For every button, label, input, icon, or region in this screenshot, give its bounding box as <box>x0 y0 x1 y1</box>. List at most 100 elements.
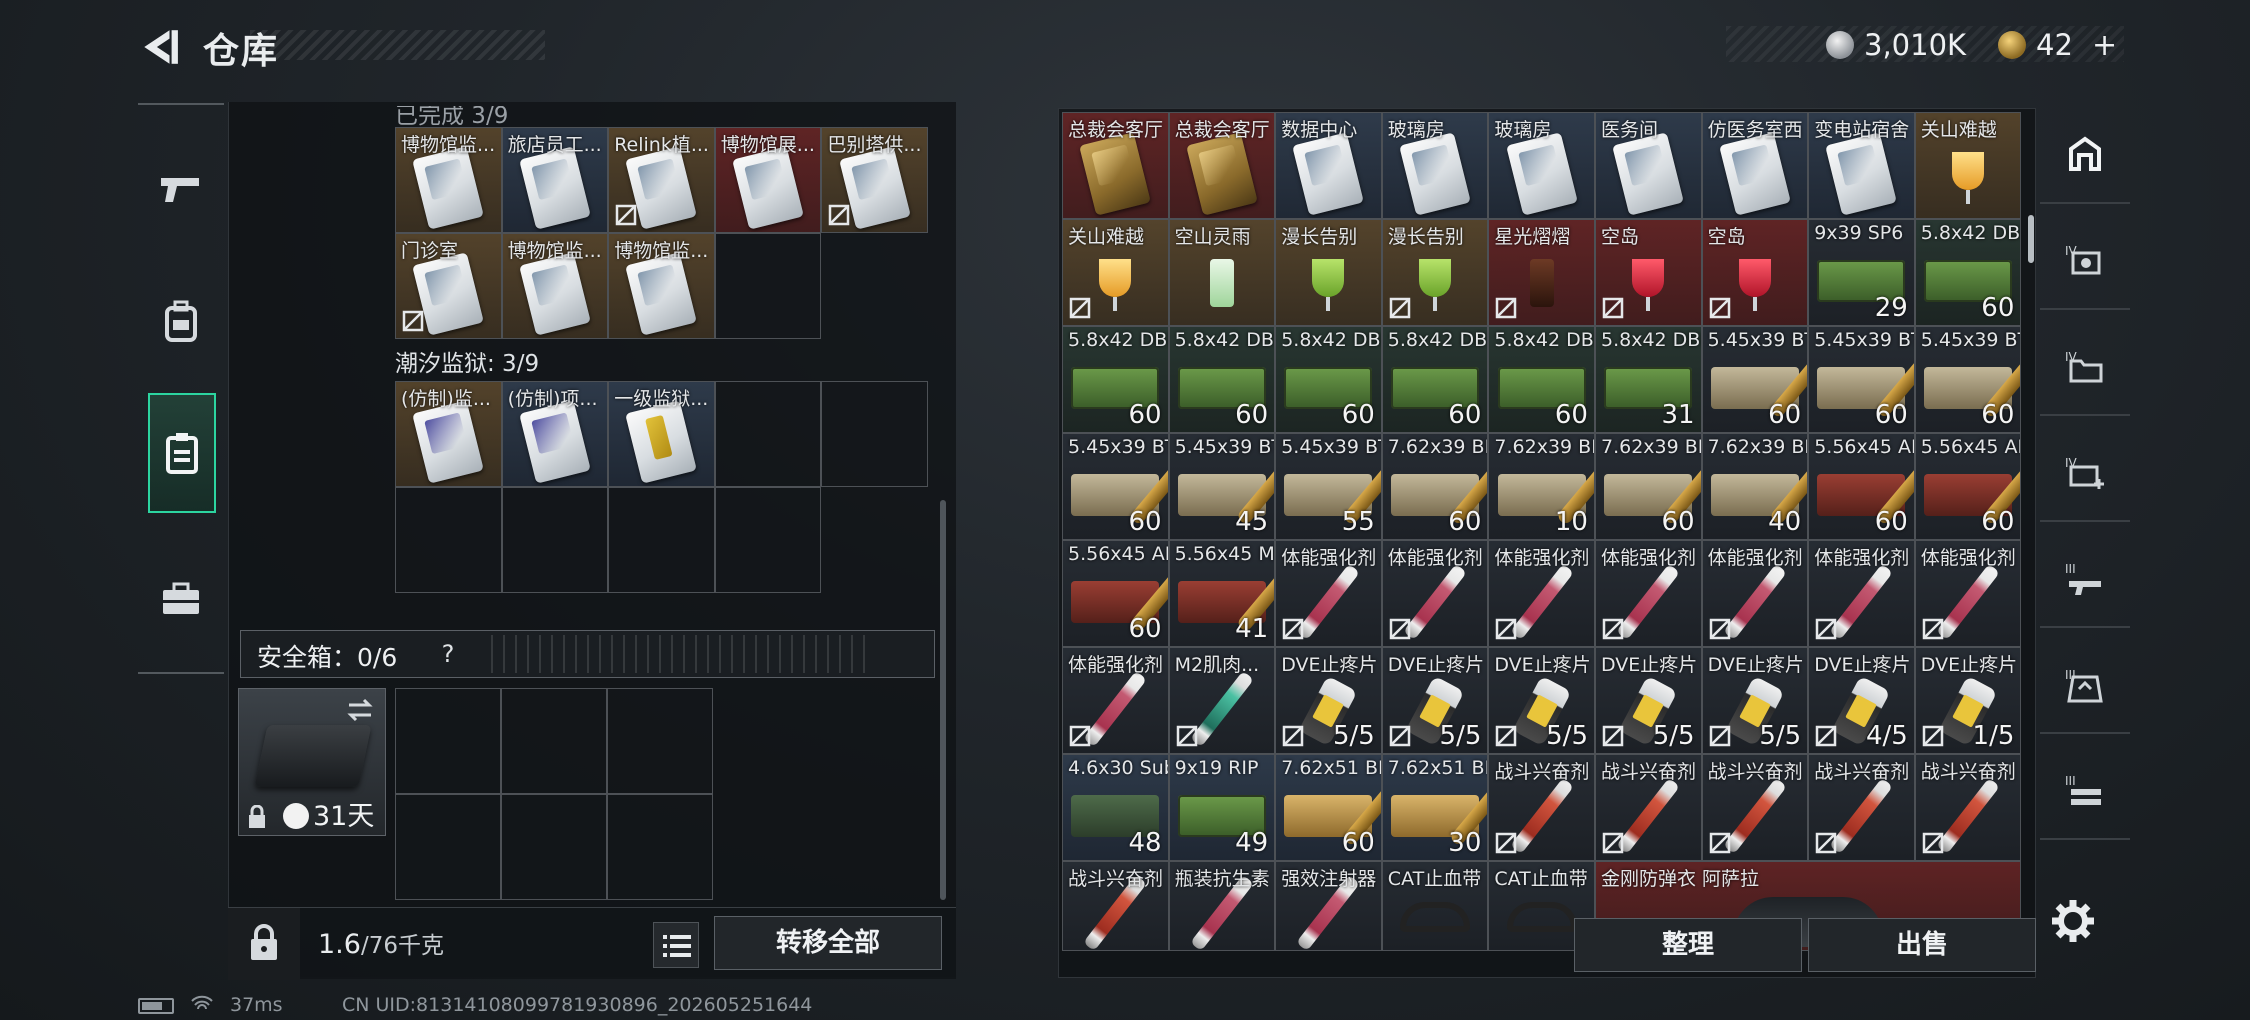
empty-slot[interactable] <box>501 794 607 900</box>
stash-tab-4[interactable]: III <box>2040 532 2130 628</box>
inventory-item-cell[interactable]: 5.56x45 M855A1 41 <box>1168 540 1276 647</box>
list-view-button[interactable] <box>653 922 699 968</box>
sort-button[interactable]: 整理 <box>1574 918 1802 972</box>
empty-slot[interactable] <box>714 487 822 593</box>
inventory-item-cell[interactable]: 旅店员工... <box>501 127 609 233</box>
inventory-item-cell[interactable]: 体能强化剂 <box>1275 540 1382 647</box>
empty-slot[interactable] <box>501 487 609 593</box>
inventory-item-cell[interactable]: 空岛 <box>1595 219 1702 326</box>
nav-locker[interactable] <box>148 393 216 513</box>
inventory-item-cell[interactable]: 博物馆监... <box>395 127 502 233</box>
inventory-item-cell[interactable]: 战斗兴奋剂 <box>1488 754 1595 861</box>
inventory-item-cell[interactable]: 空岛 <box>1701 219 1809 326</box>
inventory-item-cell[interactable]: CAT止血带 <box>1381 861 1489 951</box>
empty-slot[interactable] <box>395 794 501 900</box>
inventory-item-cell[interactable]: 门诊室 <box>395 233 502 339</box>
inventory-item-cell[interactable]: 空山灵雨 <box>1168 219 1276 326</box>
inventory-item-cell[interactable]: DVE止疼片 5/5 <box>1488 647 1595 754</box>
inventory-item-cell[interactable]: 关山难越 <box>1914 112 2022 219</box>
stash-tab-1[interactable]: IV <box>2040 214 2130 310</box>
swap-icon[interactable] <box>345 695 375 725</box>
inventory-item-cell[interactable]: 5.45x39 BT 55 <box>1275 433 1382 540</box>
inventory-item-cell[interactable]: 5.8x42 DBP10 60 <box>1062 326 1169 433</box>
inventory-item-cell[interactable]: 体能强化剂 <box>1488 540 1595 647</box>
inventory-item-cell[interactable]: 7.62x51 BPZ 30 <box>1381 754 1489 861</box>
inventory-item-cell[interactable]: DVE止疼片 1/5 <box>1914 647 2022 754</box>
inventory-item-cell[interactable]: 5.8x42 DBP10 60 <box>1488 326 1595 433</box>
empty-slot[interactable] <box>608 487 715 593</box>
inventory-item-cell[interactable]: 战斗兴奋剂 <box>1595 754 1702 861</box>
empty-slot[interactable] <box>714 233 822 339</box>
inventory-item-cell[interactable]: 5.45x39 BT 60 <box>1808 326 1915 433</box>
inventory-item-cell[interactable]: 总裁会客厅 <box>1168 112 1276 219</box>
stash-tab-6[interactable]: III <box>2040 744 2130 840</box>
inventory-item-cell[interactable]: (仿制)项... <box>501 381 609 487</box>
inventory-item-cell[interactable]: 战斗兴奋剂 <box>1062 861 1169 951</box>
inventory-item-cell[interactable]: (仿制)监... <box>395 381 502 487</box>
inventory-item-cell[interactable]: 博物馆监... <box>501 233 609 339</box>
inventory-item-cell[interactable]: 7.62x39 BP 60 <box>1595 433 1702 540</box>
inventory-item-cell[interactable]: 5.56x45 APC 60 <box>1062 540 1169 647</box>
inventory-item-cell[interactable]: 5.45x39 BT 45 <box>1168 433 1276 540</box>
inventory-item-cell[interactable]: M2肌肉... <box>1168 647 1276 754</box>
left-scrollbar[interactable] <box>940 500 946 900</box>
inventory-item-cell[interactable]: 战斗兴奋剂 <box>1808 754 1915 861</box>
inventory-item-cell[interactable]: 体能强化剂 <box>1381 540 1489 647</box>
safe-box-case[interactable]: 31天 <box>238 688 386 836</box>
add-gold-button[interactable]: + <box>2092 28 2117 63</box>
nav-backpack[interactable] <box>138 261 224 381</box>
inventory-item-cell[interactable]: 战斗兴奋剂 <box>1701 754 1809 861</box>
nav-weapons[interactable] <box>138 129 224 249</box>
inventory-item-cell[interactable]: 7.62x39 BP 40 <box>1701 433 1809 540</box>
inventory-item-cell[interactable]: DVE止疼片 5/5 <box>1701 647 1809 754</box>
inventory-item-cell[interactable]: DVE止疼片 5/5 <box>1275 647 1382 754</box>
inventory-item-cell[interactable]: 9x19 RIP 49 <box>1168 754 1276 861</box>
stash-tab-5[interactable]: III <box>2040 638 2130 734</box>
stash-tab-0[interactable] <box>2040 108 2130 204</box>
stash-tab-3[interactable]: IV <box>2040 426 2130 522</box>
inventory-item-cell[interactable]: 巴别塔供... <box>821 127 928 233</box>
inventory-item-cell[interactable]: 星光熠熠 <box>1488 219 1595 326</box>
safe-box-help-button[interactable]: ? <box>431 637 465 671</box>
move-all-button[interactable]: 转移全部 <box>714 916 942 970</box>
empty-slot[interactable] <box>395 688 501 794</box>
inventory-item-cell[interactable]: 漫长告别 <box>1275 219 1382 326</box>
back-arrow-icon[interactable] <box>138 26 180 68</box>
inventory-item-cell[interactable]: 漫长告别 <box>1381 219 1489 326</box>
inventory-item-cell[interactable]: DVE止疼片 5/5 <box>1381 647 1489 754</box>
inventory-item-cell[interactable]: 5.8x42 DBP10 31 <box>1595 326 1702 433</box>
inventory-item-cell[interactable]: 数据中心 <box>1275 112 1382 219</box>
inventory-item-cell[interactable]: 7.62x39 BP SUB 10 <box>1488 433 1595 540</box>
inventory-item-cell[interactable]: 5.45x39 BT 60 <box>1701 326 1809 433</box>
inventory-item-cell[interactable]: 5.8x42 DBP10 60 <box>1168 326 1276 433</box>
empty-slot[interactable] <box>607 794 713 900</box>
sell-button[interactable]: 出售 <box>1808 918 2036 972</box>
inventory-item-cell[interactable]: 4.6x30 Subsonic 48 <box>1062 754 1169 861</box>
inventory-item-cell[interactable]: 7.62x51 BPZ 60 <box>1275 754 1382 861</box>
inventory-item-cell[interactable]: 战斗兴奋剂 <box>1914 754 2022 861</box>
stash-scrollbar[interactable] <box>2028 215 2034 263</box>
inventory-item-cell[interactable]: 关山难越 <box>1062 219 1169 326</box>
inventory-item-cell[interactable]: 体能强化剂 <box>1914 540 2022 647</box>
inventory-item-cell[interactable]: 5.8x42 DBP10 60 <box>1914 219 2022 326</box>
empty-slot[interactable] <box>607 688 713 794</box>
inventory-item-cell[interactable]: 博物馆展... <box>714 127 822 233</box>
inventory-item-cell[interactable]: 仿医务室西 <box>1701 112 1809 219</box>
nav-toolbox[interactable] <box>138 539 224 659</box>
inventory-item-cell[interactable]: 博物馆监... <box>608 233 715 339</box>
inventory-item-cell[interactable]: 5.8x42 DBP10 60 <box>1275 326 1382 433</box>
inventory-item-cell[interactable]: 总裁会客厅 <box>1062 112 1169 219</box>
lock-toggle-button[interactable] <box>228 908 300 980</box>
inventory-item-cell[interactable]: 体能强化剂 <box>1062 647 1169 754</box>
settings-gear-icon[interactable] <box>2050 898 2096 944</box>
inventory-item-cell[interactable]: 体能强化剂 <box>1595 540 1702 647</box>
inventory-item-cell[interactable]: DVE止疼片 5/5 <box>1595 647 1702 754</box>
inventory-item-cell[interactable]: DVE止疼片 4/5 <box>1808 647 1915 754</box>
inventory-item-cell[interactable]: 一级监狱... <box>608 381 715 487</box>
empty-slot[interactable] <box>714 381 822 487</box>
inventory-item-cell[interactable]: Relink植... <box>608 127 715 233</box>
inventory-item-cell[interactable]: 体能强化剂 <box>1701 540 1809 647</box>
inventory-item-cell[interactable]: 5.56x45 APC 60 <box>1808 433 1915 540</box>
empty-slot[interactable] <box>501 688 607 794</box>
inventory-item-cell[interactable]: 医务间 <box>1595 112 1702 219</box>
